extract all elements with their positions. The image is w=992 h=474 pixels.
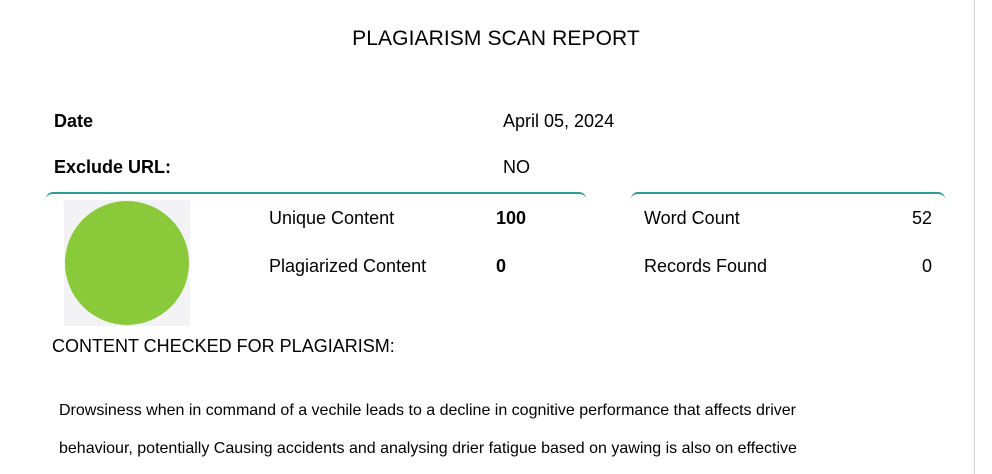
pie-slice-unique-content: [65, 201, 189, 325]
content-stats-card-border: [46, 192, 586, 199]
word-count-value: 52: [911, 208, 932, 228]
content-line-2: behaviour, potentially Causing accidents…: [59, 440, 797, 457]
records-found-value: 0: [921, 256, 932, 276]
exclude-url-value: NO: [503, 157, 530, 177]
originality-pie-chart: [64, 200, 190, 326]
word-count-label: Word Count: [644, 208, 740, 228]
pie-chart-svg: [65, 201, 189, 325]
page-edge-divider: [974, 0, 975, 474]
report-page: PLAGIARISM SCAN REPORT Date April 05, 20…: [0, 0, 992, 474]
unique-content-label: Unique Content: [269, 208, 395, 228]
date-value: April 05, 2024: [503, 111, 615, 131]
plagiarized-content-label: Plagiarized Content: [269, 256, 427, 276]
unique-content-value: 100: [496, 208, 527, 228]
report-title: PLAGIARISM SCAN REPORT: [352, 27, 640, 50]
content-line-1: Drowsiness when in command of a vechile …: [59, 402, 796, 419]
content-section-title: CONTENT CHECKED FOR PLAGIARISM:: [52, 336, 395, 356]
date-label: Date: [54, 111, 94, 131]
exclude-url-label: Exclude URL:: [54, 157, 172, 177]
records-found-label: Records Found: [644, 256, 768, 276]
plagiarized-content-value: 0: [496, 256, 507, 276]
count-stats-card-border: [631, 192, 945, 199]
